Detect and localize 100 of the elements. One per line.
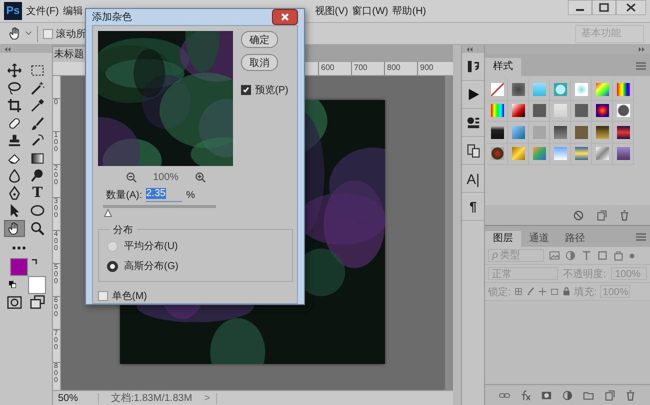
zoom-tool-icon[interactable] [30, 220, 45, 236]
ruler-label: 800 [386, 63, 400, 72]
style-preset-icon[interactable] [490, 147, 504, 160]
dodge-tool-icon[interactable] [30, 168, 45, 183]
type-tool-icon[interactable]: T [32, 186, 43, 200]
screen-mode-icon[interactable] [30, 295, 45, 310]
document-tab[interactable]: 未标题 [53, 47, 88, 62]
mask-icon[interactable] [541, 390, 552, 400]
trash-icon[interactable] [625, 390, 636, 400]
trash-icon[interactable] [619, 210, 630, 220]
ruler-label: 900 [419, 63, 434, 72]
new-style-icon[interactable] [596, 210, 607, 220]
dialog-button[interactable]: 确定 [241, 31, 278, 48]
stamp-tool-icon[interactable] [7, 133, 22, 148]
default-colors-icon[interactable] [9, 281, 16, 288]
marquee-tool-icon[interactable] [30, 63, 45, 78]
gradient-tool-icon[interactable] [30, 150, 45, 166]
amount-label: 数量(A): [106, 189, 142, 202]
menu-item[interactable]: 编辑 [62, 4, 83, 18]
monochrome-label: 单色(M) [112, 290, 147, 303]
zoom-out-icon[interactable] [126, 172, 137, 182]
style-preset-icon[interactable] [616, 104, 630, 118]
tool-button[interactable] [4, 220, 25, 236]
new-layer-icon[interactable] [604, 390, 616, 400]
menu-item[interactable]: 视图(V) [314, 4, 348, 18]
clear-style-icon[interactable] [573, 210, 584, 220]
panel-tab[interactable]: 样式 [485, 58, 522, 76]
scroll-all-label: 滚动所 [56, 28, 86, 40]
close-button[interactable] [616, 0, 646, 15]
app-logo: Ps [4, 2, 22, 20]
history-panel-icon[interactable] [466, 59, 481, 74]
brush-tool-icon[interactable] [30, 116, 45, 130]
swap-colors-icon[interactable] [31, 258, 38, 265]
style-preset-icon[interactable] [616, 147, 630, 160]
search-icon: ρ [492, 249, 498, 262]
lock-icon[interactable] [562, 287, 571, 296]
adjustment-filter-icon[interactable] [565, 250, 576, 261]
menu-item[interactable]: 帮助(H) [392, 4, 426, 18]
menu-item[interactable]: 文件(F) [26, 4, 59, 18]
adjustment-layer-icon[interactable] [562, 390, 574, 400]
style-preset-icon[interactable] [596, 126, 609, 139]
wand-tool-icon[interactable] [30, 80, 45, 96]
ellipse-tool-icon[interactable] [30, 203, 45, 218]
lasso-tool-icon[interactable] [7, 80, 22, 96]
amount-field[interactable]: 2.35 [146, 188, 182, 202]
crop-tool-icon[interactable] [7, 98, 22, 113]
properties-panel-icon[interactable] [466, 115, 481, 130]
zoom-level[interactable]: 50% [58, 392, 99, 404]
caret-icon[interactable] [25, 30, 32, 37]
history-tool-icon[interactable] [30, 133, 45, 148]
monochrome-checkbox[interactable] [98, 291, 108, 301]
background-color-swatch[interactable] [28, 276, 46, 294]
collapse-icon[interactable] [4, 46, 12, 52]
style-preset-icon[interactable] [596, 104, 609, 118]
eyedropper-tool-icon[interactable] [30, 98, 45, 113]
folder-icon[interactable] [583, 390, 594, 400]
paragraph-panel-icon[interactable]: ¶ [469, 199, 477, 214]
style-preset-icon[interactable] [490, 126, 504, 139]
slider-thumb[interactable] [104, 209, 112, 217]
pen-tool-icon[interactable] [7, 186, 22, 200]
collapse-icon[interactable] [466, 46, 474, 52]
more-tools-icon[interactable] [12, 245, 28, 251]
menu-item[interactable]: 窗口(W) [352, 4, 388, 18]
maximize-button[interactable] [592, 0, 616, 15]
radio-button[interactable] [107, 240, 118, 252]
group-title: 分布 [109, 223, 137, 237]
checkbox[interactable] [43, 28, 53, 38]
panel-tab[interactable]: 图层 [485, 231, 522, 247]
filter-toggle-icon[interactable] [629, 252, 636, 258]
clone-panel-icon[interactable] [466, 143, 481, 158]
scrollbar[interactable] [445, 76, 453, 390]
foreground-color-swatch[interactable] [10, 258, 28, 276]
close-button[interactable] [272, 9, 298, 25]
collapse-icon[interactable] [638, 46, 646, 52]
style-preset-icon[interactable] [554, 126, 567, 139]
layer-style-icon[interactable] [520, 390, 532, 400]
preview-label: 预览(P) [255, 84, 288, 97]
style-preset-icon[interactable] [616, 82, 630, 96]
radio-label: 平均分布(U) [124, 240, 178, 253]
radio-button[interactable] [107, 260, 118, 272]
dialog-title: 添加杂色 [92, 10, 132, 24]
dialog-button[interactable]: 取消 [241, 54, 278, 71]
document-info: 文档:1.83M/1.83M [111, 392, 192, 405]
preview-zoom-level: 100% [153, 172, 179, 182]
tool-button[interactable]: T [27, 184, 48, 202]
panel-tab[interactable]: 路径 [557, 231, 594, 247]
minimize-button[interactable] [568, 0, 592, 15]
preview-checkbox[interactable] [241, 85, 251, 95]
style-preset-icon[interactable] [490, 104, 504, 118]
panel-tab[interactable]: 通道 [521, 231, 558, 247]
character-panel-icon[interactable]: A| [466, 170, 480, 186]
style-preset-icon[interactable] [616, 126, 630, 139]
ruler-label: 700 [353, 63, 368, 72]
move-tool-icon[interactable] [7, 63, 22, 78]
quick-mask-icon[interactable] [7, 295, 22, 310]
style-preset-icon[interactable] [512, 104, 525, 118]
zoom-in-icon[interactable] [194, 172, 206, 182]
brush-lock-icon[interactable] [526, 287, 535, 296]
blur-tool-icon[interactable] [7, 168, 22, 183]
radio-label: 高斯分布(G) [124, 260, 178, 273]
